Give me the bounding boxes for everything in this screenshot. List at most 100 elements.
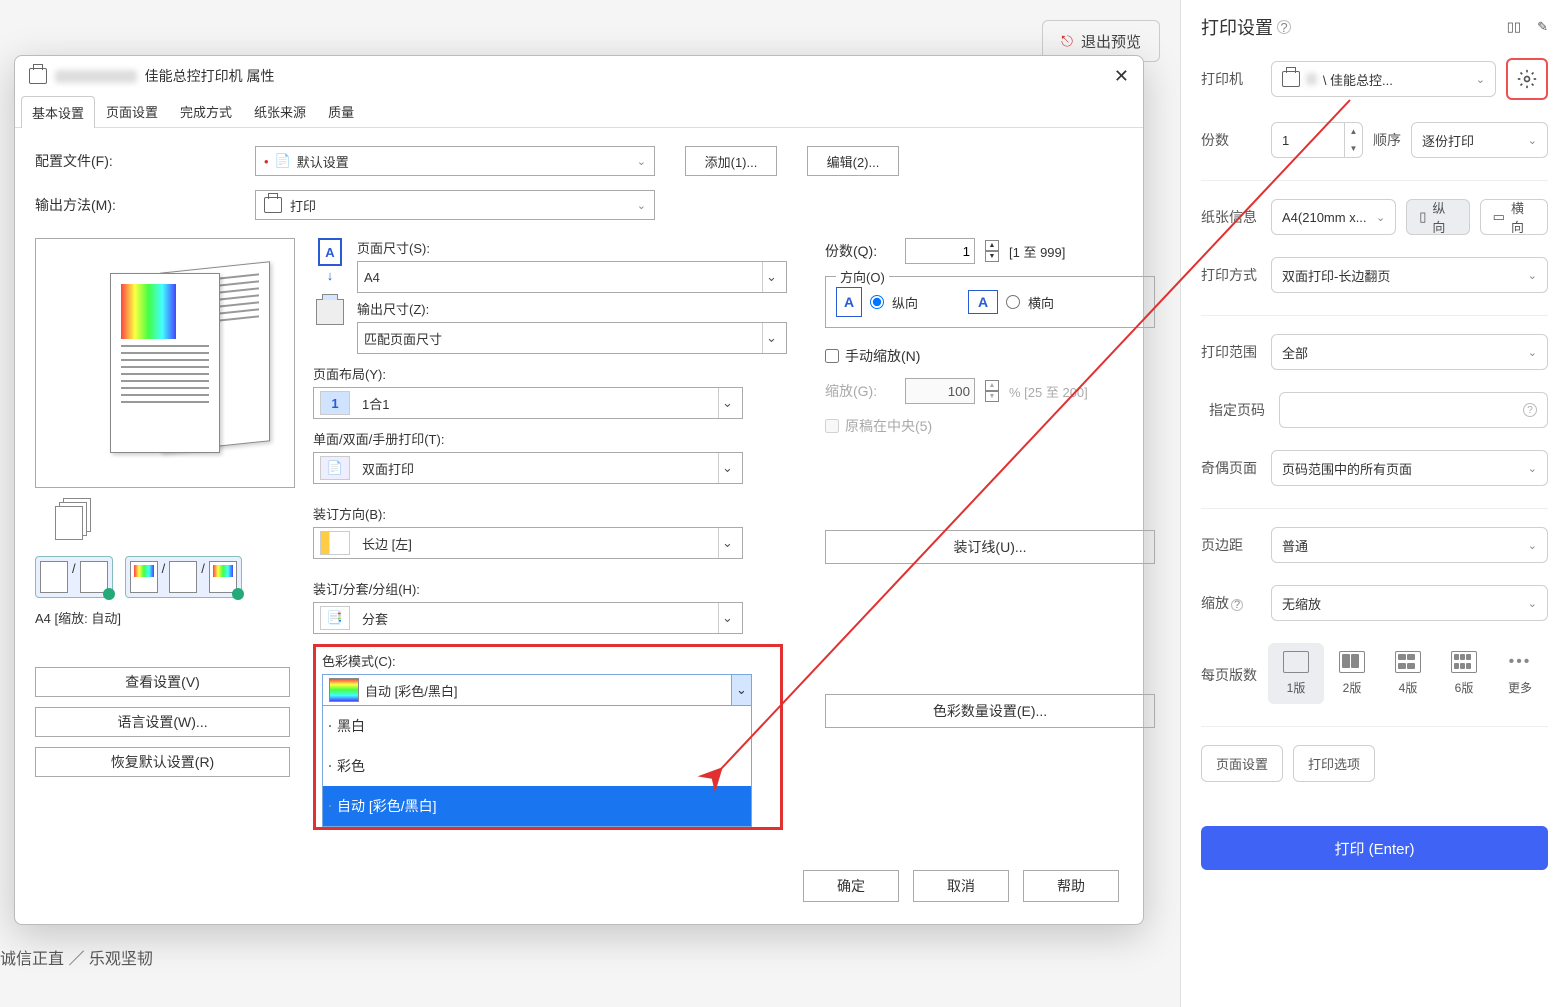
layout-icon[interactable]: ▯▯ [1507, 19, 1521, 35]
tab-page[interactable]: 页面设置 [95, 95, 169, 127]
help-icon[interactable]: ? [1277, 20, 1291, 34]
nup-1[interactable]: 1版 [1268, 643, 1324, 704]
copies-spinner[interactable]: ▲▼ [985, 240, 999, 262]
page-layout-select[interactable]: 11合1⌄ [313, 387, 743, 419]
color-mode-label: 色彩模式(C): [322, 651, 774, 670]
print-options-button[interactable]: 打印选项 [1293, 745, 1375, 782]
layout-toggle-1[interactable]: / [35, 556, 113, 598]
close-button[interactable]: ✕ [1114, 66, 1129, 87]
color-mode-select[interactable]: 自动 [彩色/黑白] ⌄ [322, 674, 752, 706]
page-size-icon: A [318, 238, 342, 266]
tab-finish[interactable]: 完成方式 [169, 95, 243, 127]
center-original-label: 原稿在中央(5) [845, 416, 932, 436]
bind-group-select[interactable]: 📑分套⌄ [313, 602, 743, 634]
method-select[interactable]: 双面打印-长边翻页⌄ [1271, 257, 1548, 293]
printer-select[interactable]: xx\ 佳能总控... ⌄ [1271, 61, 1496, 97]
language-settings-button[interactable]: 语言设置(W)... [35, 707, 290, 737]
preview-caption: A4 [缩放: 自动] [35, 608, 295, 627]
orientation-landscape[interactable]: ▭横向 [1480, 199, 1548, 235]
page-layout-label: 页面布局(Y): [313, 364, 787, 383]
orientation-group: 方向(O) A 纵向 A 横向 [825, 276, 1155, 328]
gutter-button[interactable]: 装订线(U)... [825, 530, 1155, 564]
nup-4[interactable]: 4版 [1380, 643, 1436, 704]
copies-label: 份数 [1201, 130, 1271, 150]
sequence-select[interactable]: 逐份打印⌄ [1411, 122, 1548, 158]
restore-defaults-button[interactable]: 恢复默认设置(R) [35, 747, 290, 777]
printer-properties-dialog: xxxxxxxxxxxxxx 佳能总控打印机 属性 ✕ 基本设置 页面设置 完成… [14, 55, 1144, 925]
edit-profile-button[interactable]: 编辑(2)... [807, 146, 899, 176]
bind-dir-select[interactable]: 长边 [左]⌄ [313, 527, 743, 559]
orientation-portrait[interactable]: ▯纵向 [1406, 199, 1469, 235]
margin-label: 页边距 [1201, 535, 1271, 555]
tab-quality[interactable]: 质量 [317, 95, 365, 127]
color-mode-highlight: 色彩模式(C): 自动 [彩色/黑白] ⌄ 黑白 彩色 自动 [彩色/黑白] [313, 644, 783, 830]
tab-basic[interactable]: 基本设置 [21, 96, 95, 128]
nup-2[interactable]: 2版 [1324, 643, 1380, 704]
output-size-select[interactable]: 匹配页面尺寸⌄ [357, 322, 787, 354]
manual-scale-checkbox[interactable] [825, 349, 839, 363]
color-option-color[interactable]: 彩色 [323, 746, 751, 786]
portrait-icon: ▯ [1419, 209, 1426, 225]
output-size-icon [316, 299, 344, 325]
printer-settings-button[interactable] [1506, 58, 1548, 100]
print-settings-panel: 打印设置? ▯▯ ✎ 打印机 xx\ 佳能总控... ⌄ 份数 1 ▲▼ 顺 [1180, 0, 1568, 1007]
printer-icon [264, 197, 282, 213]
nup-more[interactable]: •••更多 [1492, 643, 1548, 704]
print-button[interactable]: 打印 (Enter) [1201, 826, 1548, 870]
dialog-title: 佳能总控打印机 属性 [145, 66, 275, 86]
landscape-label: 横向 [1028, 293, 1054, 312]
copies-input[interactable] [905, 238, 975, 264]
page-size-label: 页面尺寸(S): [357, 238, 787, 257]
profile-label: 配置文件(F): [35, 151, 225, 171]
preview-box [35, 238, 295, 488]
help-button[interactable]: 帮助 [1023, 870, 1119, 902]
output-size-label: 输出尺寸(Z): [357, 299, 787, 318]
margin-select[interactable]: 普通⌄ [1271, 527, 1548, 563]
landscape-radio[interactable] [1006, 295, 1020, 309]
page-spec-input[interactable]: ? [1279, 392, 1548, 428]
paper-label: 纸张信息 [1201, 207, 1271, 227]
portrait-label: 纵向 [892, 293, 918, 312]
landscape-icon: A [968, 290, 998, 314]
footer-text: 诚信正直 ／ 乐观坚韧 [0, 945, 153, 969]
nup-6[interactable]: 6版 [1436, 643, 1492, 704]
feedback-icon[interactable]: ✎ [1537, 19, 1548, 35]
color-mode-dropdown: 黑白 彩色 自动 [彩色/黑白] [322, 706, 752, 827]
scale-spinner: ▲▼ [985, 380, 999, 402]
range-select[interactable]: 全部⌄ [1271, 334, 1548, 370]
color-count-button[interactable]: 色彩数量设置(E)... [825, 694, 1155, 728]
manual-scale-label: 手动缩放(N) [845, 346, 920, 366]
sequence-label: 顺序 [1373, 130, 1401, 150]
page-setup-button[interactable]: 页面设置 [1201, 745, 1283, 782]
center-original-checkbox [825, 419, 839, 433]
duplex-label: 单面/双面/手册打印(T): [313, 429, 787, 448]
printer-icon [1282, 71, 1300, 87]
duplex-select[interactable]: 📄双面打印⌄ [313, 452, 743, 484]
output-method-select[interactable]: 打印 ⌄ [255, 190, 655, 220]
ok-button[interactable]: 确定 [803, 870, 899, 902]
scale-hint: % [25 至 200] [1009, 382, 1088, 401]
odd-even-select[interactable]: 页码范围中的所有页面⌄ [1271, 450, 1548, 486]
sidebar-title: 打印设置? [1201, 14, 1291, 40]
copies-hint: [1 至 999] [1009, 242, 1065, 261]
profile-select[interactable]: •📄 默认设置 ⌄ [255, 146, 655, 176]
color-option-auto[interactable]: 自动 [彩色/黑白] [323, 786, 751, 826]
scale-g-label: 缩放(G): [825, 381, 895, 401]
paper-select[interactable]: A4(210mm x...⌄ [1271, 199, 1396, 235]
layout-toggle-2[interactable]: // [125, 556, 242, 598]
portrait-icon: A [836, 287, 862, 317]
scale-label: 缩放? [1201, 593, 1271, 613]
output-method-label: 输出方法(M): [35, 195, 225, 215]
color-option-bw[interactable]: 黑白 [323, 706, 751, 746]
cancel-button[interactable]: 取消 [913, 870, 1009, 902]
tab-paper-source[interactable]: 纸张来源 [243, 95, 317, 127]
printer-icon [29, 68, 47, 84]
scale-select[interactable]: 无缩放⌄ [1271, 585, 1548, 621]
portrait-radio[interactable] [870, 295, 884, 309]
page-size-select[interactable]: A4⌄ [357, 261, 787, 293]
add-profile-button[interactable]: 添加(1)... [685, 146, 777, 176]
copies-spinner[interactable]: 1 ▲▼ [1271, 122, 1363, 158]
view-settings-button[interactable]: 查看设置(V) [35, 667, 290, 697]
dialog-tabs: 基本设置 页面设置 完成方式 纸张来源 质量 [15, 96, 1143, 128]
bind-group-label: 装订/分套/分组(H): [313, 579, 787, 598]
